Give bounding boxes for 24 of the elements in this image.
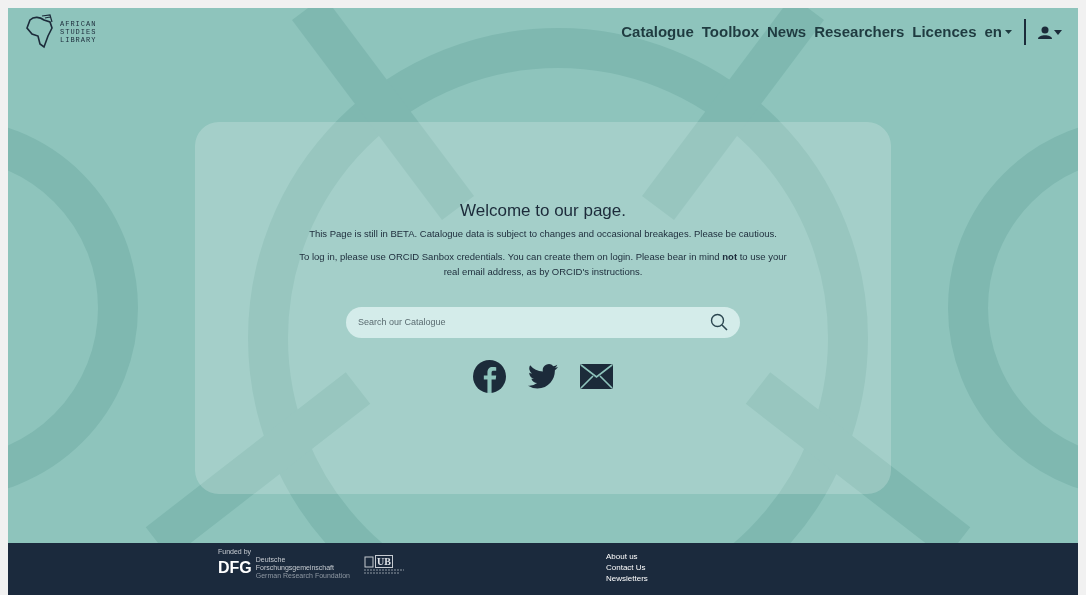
user-menu[interactable]	[1038, 25, 1062, 39]
africa-map-icon	[24, 14, 56, 50]
caret-icon	[1005, 30, 1012, 34]
search-field[interactable]: Search our Catalogue	[346, 306, 740, 338]
footer-link[interactable]: Contact Us	[606, 562, 648, 573]
footer-link[interactable]: Newsletters	[606, 573, 648, 584]
caret-icon	[1054, 29, 1062, 35]
nav-link[interactable]: Catalogue	[621, 20, 694, 44]
twitter-bird-icon[interactable]	[528, 363, 558, 389]
footer-link[interactable]: About us	[606, 551, 648, 562]
welcome-heading: Welcome to our page.	[460, 200, 626, 222]
user-icon	[1038, 25, 1052, 39]
ub-logo: UB	[375, 555, 393, 568]
nav-link[interactable]: Toolbox	[701, 20, 759, 44]
search-icon[interactable]	[710, 312, 728, 331]
notice-paragraph: To log in, please use ORCID Sanbox credentials. You can create them on login. Please bear in mind not to use your real email address, as by ORCID's instructions.	[298, 249, 788, 279]
nav-link[interactable]: News	[767, 20, 807, 44]
facebook-icon[interactable]	[473, 359, 506, 393]
language-dropdown[interactable]: en	[984, 20, 1012, 44]
notice-paragraph: This Page is still in BETA. Catalogue data is subject to changes and occasional breakages. Please be cautious.	[309, 226, 777, 241]
envelope-icon[interactable]	[580, 363, 613, 389]
nav-link[interactable]: Licences	[912, 20, 977, 44]
dfg-logo: DFG	[218, 560, 252, 576]
nav-link[interactable]: Researchers	[814, 20, 905, 44]
